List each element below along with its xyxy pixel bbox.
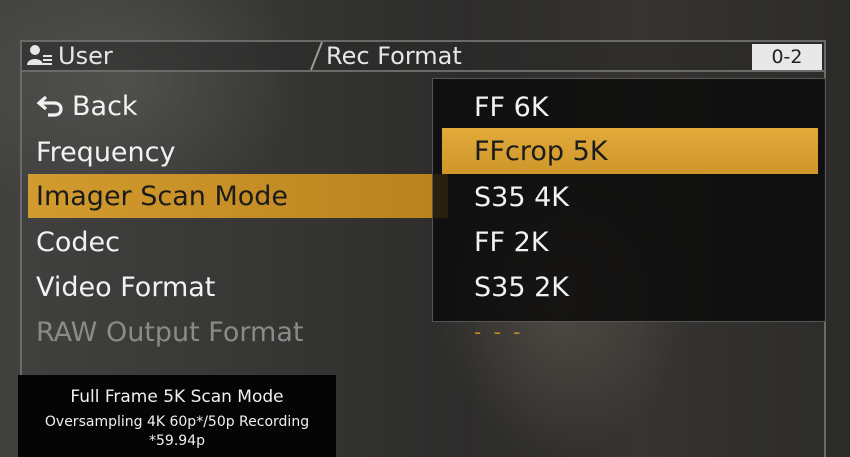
menu-item-label: Imager Scan Mode bbox=[36, 180, 289, 212]
option-ff-2k[interactable]: FF 2K bbox=[442, 219, 818, 265]
info-footnote: *59.94p bbox=[149, 433, 205, 449]
menu-item-label: Video Format bbox=[36, 271, 216, 303]
option-label: S35 2K bbox=[474, 271, 569, 303]
menu-item-label: Back bbox=[72, 90, 138, 122]
menu-item-label: RAW Output Format bbox=[36, 316, 304, 348]
breadcrumb-separator bbox=[310, 41, 323, 71]
info-description: Oversampling 4K 60p*/50p Recording bbox=[44, 414, 310, 430]
option-ffcrop-5k[interactable]: FFcrop 5K bbox=[442, 128, 818, 174]
user-label: User bbox=[58, 42, 113, 70]
option-s35-2k[interactable]: S35 2K bbox=[442, 264, 818, 310]
raw-output-value: - - - bbox=[474, 320, 524, 344]
menu-item-codec[interactable]: Codec bbox=[28, 220, 448, 264]
info-title: Full Frame 5K Scan Mode bbox=[70, 387, 284, 407]
menu-item-label: Frequency bbox=[36, 136, 176, 168]
option-label: FF 6K bbox=[474, 91, 549, 123]
menu-item-label: Codec bbox=[36, 226, 120, 258]
menu-item-imager-scan-mode[interactable]: Imager Scan Mode bbox=[28, 174, 448, 218]
option-s35-4k[interactable]: S35 4K bbox=[442, 174, 818, 220]
help-info-box: Full Frame 5K Scan Mode Oversampling 4K … bbox=[18, 375, 336, 457]
user-menu-tab[interactable]: User bbox=[26, 41, 316, 71]
page-title: Rec Format bbox=[326, 42, 462, 70]
option-ff-6k[interactable]: FF 6K bbox=[442, 84, 818, 130]
option-label: S35 4K bbox=[474, 181, 569, 213]
menu-item-frequency[interactable]: Frequency bbox=[28, 130, 448, 174]
back-arrow-icon bbox=[36, 95, 63, 117]
menu-item-back[interactable]: Back bbox=[28, 84, 448, 128]
option-label: FF 2K bbox=[474, 226, 549, 258]
user-icon bbox=[27, 45, 52, 65]
menu-item-raw-output-format: RAW Output Format bbox=[28, 310, 448, 354]
option-label: FFcrop 5K bbox=[474, 135, 608, 167]
page-indicator: 0-2 bbox=[752, 44, 822, 70]
menu-item-video-format[interactable]: Video Format bbox=[28, 265, 448, 309]
